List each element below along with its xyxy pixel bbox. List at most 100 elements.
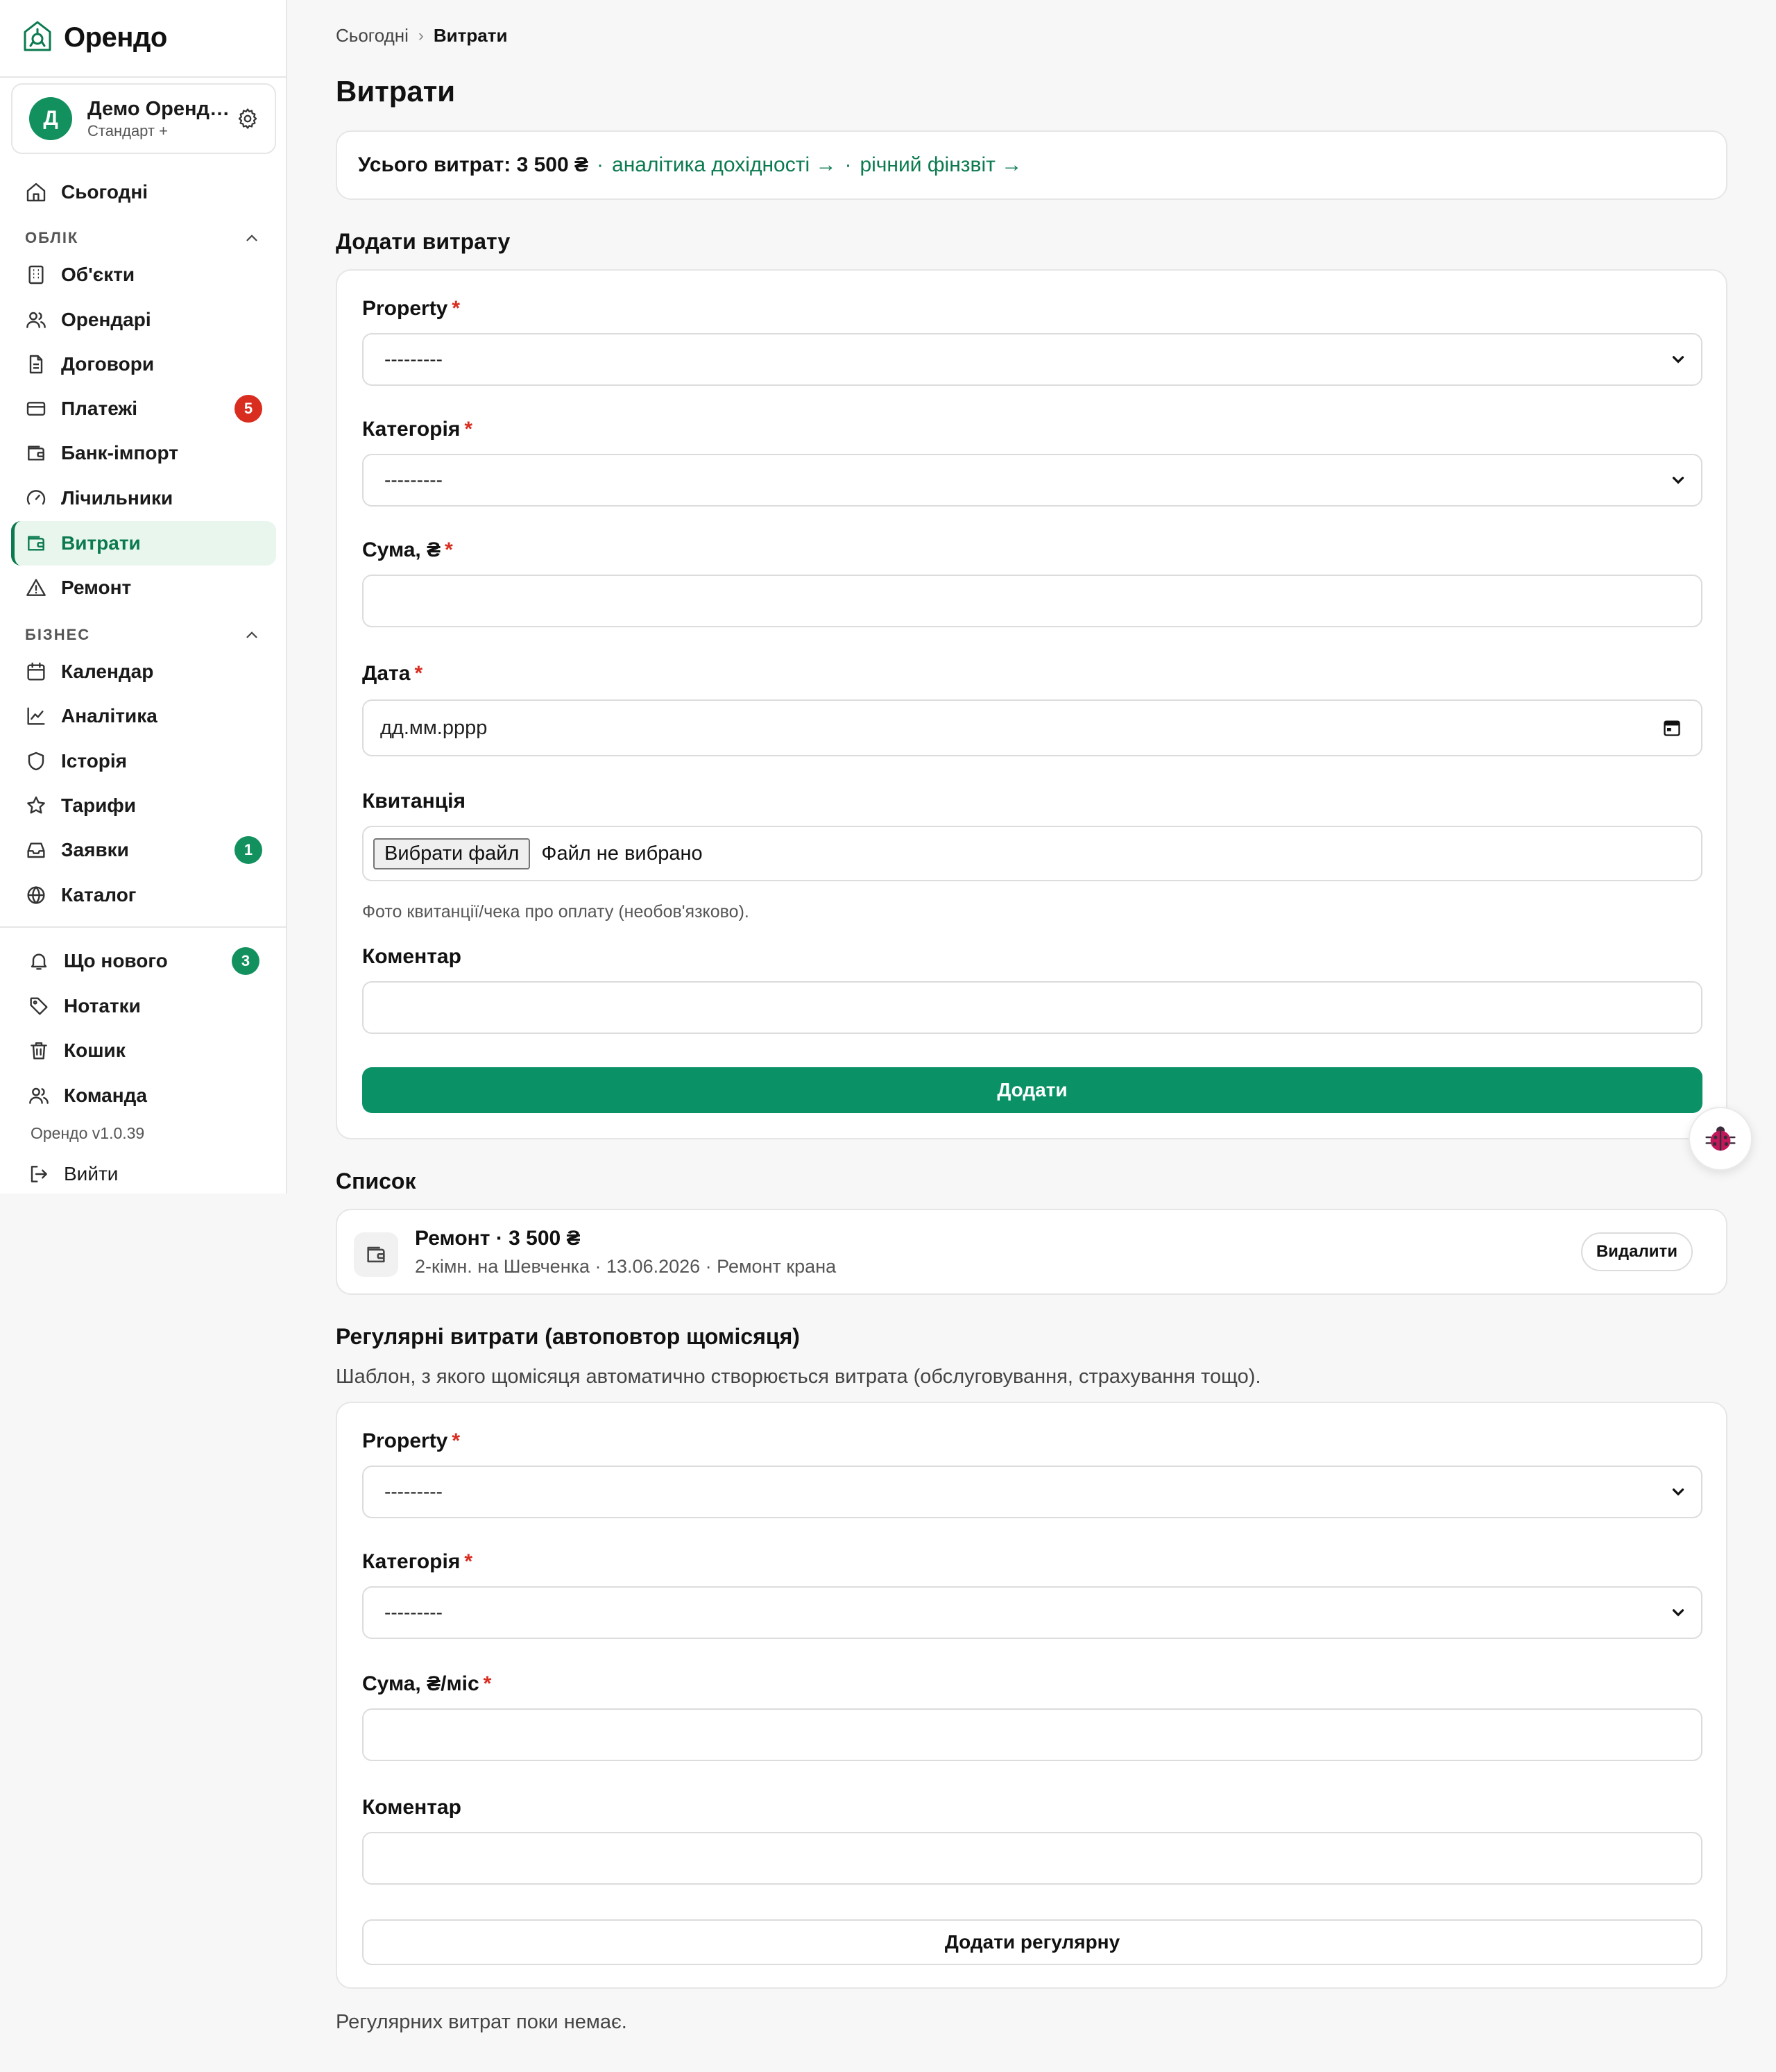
sidebar-item-label: Тарифи xyxy=(61,795,137,816)
chevron-down-icon xyxy=(1669,350,1687,368)
chevron-up-icon[interactable] xyxy=(243,626,261,644)
comment-label: Коментар xyxy=(362,945,461,968)
calendar-icon[interactable] xyxy=(1662,718,1682,738)
sidebar-item-today[interactable]: Сьогодні xyxy=(11,170,276,214)
sidebar-item-requests[interactable]: Заявки 1 xyxy=(11,828,276,872)
divider xyxy=(0,926,286,928)
separator-dot: · xyxy=(597,153,604,176)
house-leaf-logo-icon xyxy=(21,19,54,56)
category-label: Категорія * xyxy=(362,418,473,441)
document-icon xyxy=(25,353,47,375)
sidebar-item-label: Історія xyxy=(61,750,128,772)
sidebar-item-label: Що нового xyxy=(64,950,168,971)
sidebar-item-label: Об'єкти xyxy=(61,264,135,285)
file-status: Файл не вибрано xyxy=(541,842,703,865)
analytics-link[interactable]: аналітика дохідності → xyxy=(612,153,836,177)
sidebar-item-history[interactable]: Історія xyxy=(11,739,276,783)
page-title: Витрати xyxy=(336,75,456,108)
sidebar-item-label: Платежі xyxy=(61,398,138,419)
breadcrumb-current: Витрати xyxy=(433,25,508,46)
logout-icon xyxy=(28,1163,50,1185)
category-select[interactable]: --------- xyxy=(362,454,1702,507)
category-label: Категорія * xyxy=(362,1550,473,1573)
receipt-file-input[interactable]: Вибрати файл Файл не вибрано xyxy=(362,826,1702,881)
sidebar-item-bank-import[interactable]: Банк-імпорт xyxy=(11,431,276,475)
sidebar-item-label: Аналітика xyxy=(61,705,157,727)
sidebar-item-label: Сьогодні xyxy=(61,181,148,203)
amount-input[interactable] xyxy=(362,575,1702,627)
wallet-icon xyxy=(25,532,47,554)
sidebar-item-meters[interactable]: Лічильники xyxy=(11,476,276,520)
sidebar-item-contracts[interactable]: Договори xyxy=(11,342,276,387)
separator-dot: · xyxy=(844,153,852,176)
sidebar-item-objects[interactable]: Об'єкти xyxy=(11,253,276,297)
sidebar-item-team[interactable]: Команда xyxy=(11,1073,276,1118)
gear-icon[interactable] xyxy=(236,107,259,130)
delete-button[interactable]: Видалити xyxy=(1580,1232,1693,1271)
property-label: Property * xyxy=(362,297,461,320)
star-icon xyxy=(25,795,47,817)
expense-details: 2-кімн. на Шевченка · 13.06.2026 · Ремон… xyxy=(415,1256,837,1277)
sidebar-item-whats-new[interactable]: Що нового 3 xyxy=(11,939,276,983)
card-icon xyxy=(25,398,47,420)
sidebar-item-notes[interactable]: Нотатки xyxy=(11,984,276,1028)
choose-file-button[interactable]: Вибрати файл xyxy=(373,838,531,869)
recurring-comment-input[interactable] xyxy=(362,1832,1702,1885)
shield-icon xyxy=(25,750,47,772)
sidebar-item-payments[interactable]: Платежі 5 xyxy=(11,387,276,431)
sidebar-item-logout[interactable]: Вийти xyxy=(11,1152,276,1196)
users-icon xyxy=(28,1085,50,1107)
sidebar-item-repair[interactable]: Ремонт xyxy=(11,566,276,610)
comment-label: Коментар xyxy=(362,1796,461,1819)
add-expense-heading: Додати витрату xyxy=(336,229,511,254)
chevron-down-icon xyxy=(1669,1604,1687,1622)
total-expenses: Усього витрат: 3 500 ₴ xyxy=(358,153,589,176)
gauge-icon xyxy=(25,487,47,509)
add-expense-button[interactable]: Додати xyxy=(362,1067,1702,1113)
recurring-property-select[interactable]: --------- xyxy=(362,1466,1702,1518)
sidebar-item-catalog[interactable]: Каталог xyxy=(11,873,276,917)
sidebar-item-calendar[interactable]: Календар xyxy=(11,649,276,694)
comment-input[interactable] xyxy=(362,981,1702,1034)
tag-icon xyxy=(28,995,50,1017)
sidebar-item-tariffs[interactable]: Тарифи xyxy=(11,783,276,828)
sidebar-item-label: Нотатки xyxy=(64,995,141,1017)
sidebar-item-label: Лічильники xyxy=(61,487,173,509)
account-switcher[interactable]: Д Демо Орендодавець Стандарт + xyxy=(11,83,276,154)
brand[interactable]: Орендо xyxy=(21,18,167,57)
sidebar-item-label: Заявки xyxy=(61,839,129,860)
recurring-category-select[interactable]: --------- xyxy=(362,1586,1702,1639)
payments-badge: 5 xyxy=(234,395,262,423)
add-expense-form: Property * --------- Категорія * ---------… xyxy=(336,269,1727,1139)
breadcrumb-home[interactable]: Сьогодні xyxy=(336,25,409,46)
date-input[interactable]: дд.мм.рррр xyxy=(362,699,1702,756)
receipt-hint: Фото квитанції/чека про оплату (необов'я… xyxy=(362,902,749,922)
sidebar-item-label: Банк-імпорт xyxy=(61,442,178,464)
property-select-value: --------- xyxy=(384,348,443,370)
sidebar-item-expenses[interactable]: Витрати xyxy=(11,521,276,566)
sidebar-item-label: Вийти xyxy=(64,1163,119,1184)
bug-report-button[interactable] xyxy=(1689,1107,1752,1171)
summary-card: Усього витрат: 3 500 ₴ · аналітика дохід… xyxy=(336,130,1727,200)
sidebar-item-label: Кошик xyxy=(64,1039,126,1061)
sidebar-item-analytics[interactable]: Аналітика xyxy=(11,694,276,738)
sidebar-item-trash[interactable]: Кошик xyxy=(11,1028,276,1073)
sidebar: Орендо Д Демо Орендодавець Стандарт + Сь… xyxy=(0,0,287,1194)
building-icon xyxy=(25,264,47,286)
property-select[interactable]: --------- xyxy=(362,333,1702,386)
sidebar-item-tenants[interactable]: Орендарі xyxy=(11,298,276,342)
list-item: Ремонт · 3 500 ₴ 2-кімн. на Шевченка · 1… xyxy=(336,1209,1727,1295)
monthly-amount-label: Сума, ₴/міс * xyxy=(362,1672,492,1695)
whats-new-badge: 3 xyxy=(232,947,259,975)
monthly-amount-input[interactable] xyxy=(362,1708,1702,1761)
chevron-up-icon[interactable] xyxy=(243,229,261,247)
annual-report-link[interactable]: річний фінзвіт → xyxy=(860,153,1022,177)
recurring-empty-state: Регулярних витрат поки немає. xyxy=(336,2011,627,2033)
sidebar-item-label: Календар xyxy=(61,661,154,682)
add-recurring-button[interactable]: Додати регулярну xyxy=(362,1919,1702,1965)
bell-icon xyxy=(28,950,50,972)
account-plan: Стандарт + xyxy=(87,121,168,139)
calendar-icon xyxy=(25,661,47,683)
sidebar-item-label: Договори xyxy=(61,353,155,375)
account-name: Демо Орендодавець xyxy=(87,97,236,120)
